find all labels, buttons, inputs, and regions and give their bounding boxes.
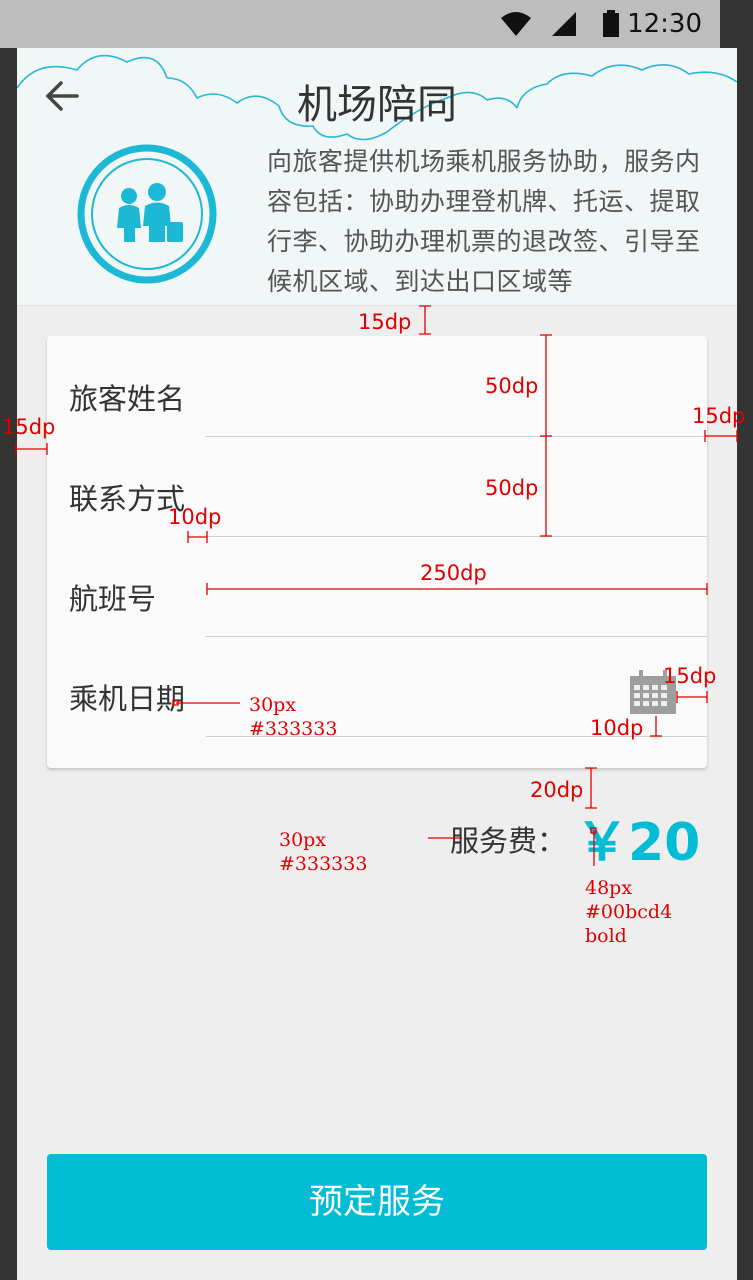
status-time: 12:30 [627, 9, 702, 39]
anno-label-font-size: 30px [249, 694, 297, 716]
booking-form-card: 旅客姓名 联系方式 航班号 乘机日期 [47, 336, 707, 768]
book-service-button[interactable]: 预定服务 [47, 1154, 707, 1250]
anno-fee-font: 30px #333333 [279, 828, 367, 876]
anno-fee-gap: 20dp [530, 778, 584, 802]
page-title: 机场陪同 [297, 82, 457, 128]
flight-number-label: 航班号 [69, 582, 157, 616]
fee-label: 服务费： [450, 824, 567, 858]
passenger-name-label: 旅客姓名 [69, 382, 186, 416]
app-screen: 机场陪同 向旅客提供机场乘机服务协助，服务内容包括：协助办理登机牌、托运、提取行… [17, 48, 737, 1280]
form-row-passenger-name: 旅客姓名 [47, 336, 707, 437]
anno-fee-font-size: 30px [279, 829, 327, 851]
anno-label-font-color: #333333 [249, 718, 338, 740]
anno-fee-font-color: #333333 [279, 853, 368, 875]
status-bar: 12:30 [0, 0, 720, 48]
service-header: 机场陪同 向旅客提供机场乘机服务协助，服务内容包括：协助办理登机牌、托运、提取行… [17, 48, 737, 306]
fee-amount: ￥20 [576, 813, 701, 873]
anno-price-font: 48px #00bcd4 bold [585, 876, 672, 948]
anno-label-gap: 10dp [168, 505, 222, 529]
signal-icon [552, 12, 576, 36]
anno-price-font-size: 48px [585, 877, 633, 899]
anno-row-height-2: 50dp [485, 476, 539, 500]
anno-margin-right: 15dp [692, 404, 746, 428]
anno-price-font-weight: bold [585, 925, 627, 947]
anno-field-width: 250dp [420, 561, 487, 585]
flight-date-label: 乘机日期 [69, 682, 186, 716]
passenger-name-input[interactable] [206, 336, 707, 437]
anno-cal-bottom: 10dp [590, 716, 644, 740]
anno-cal-right: 15dp [663, 664, 717, 688]
contact-input[interactable] [206, 436, 707, 537]
escort-service-icon [77, 144, 217, 284]
form-row-contact: 联系方式 [47, 436, 707, 537]
flight-number-input[interactable] [206, 536, 707, 637]
anno-margin-left: 15dp [2, 415, 56, 439]
anno-label-font: 30px #333333 [249, 693, 337, 741]
anno-gap-top: 15dp [358, 310, 412, 334]
anno-row-height-1: 50dp [485, 374, 539, 398]
service-description: 向旅客提供机场乘机服务协助，服务内容包括：协助办理登机牌、托运、提取行李、协助办… [267, 147, 701, 296]
battery-icon [603, 10, 619, 37]
wifi-icon [501, 12, 531, 36]
anno-price-font-color: #00bcd4 [585, 901, 673, 923]
form-row-flight-number: 航班号 [47, 536, 707, 637]
